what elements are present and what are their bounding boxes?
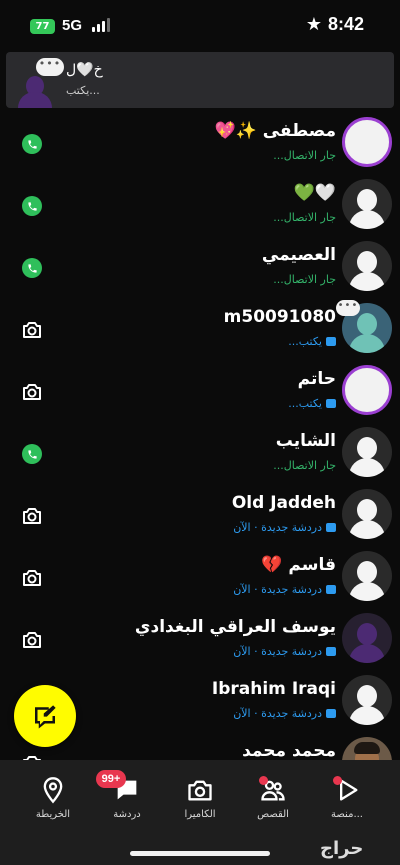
- avatar[interactable]: [342, 117, 392, 167]
- battery-level: 77: [35, 21, 50, 32]
- nav-stories[interactable]: القصص: [236, 776, 310, 832]
- typing-bubble-icon: •••: [336, 300, 360, 316]
- new-chat-button[interactable]: [14, 685, 76, 747]
- nav-spotlight[interactable]: منصة...: [310, 776, 384, 832]
- avatar[interactable]: [342, 489, 392, 539]
- chat-status: جار الاتصال...: [273, 211, 336, 224]
- chat-icon: [326, 523, 336, 532]
- chat-row[interactable]: ••• m50091080 يكتب...: [0, 298, 400, 360]
- phone-icon: [27, 449, 37, 459]
- chat-status: دردشة جديدة · الآن: [233, 521, 336, 534]
- camera-button[interactable]: [20, 504, 44, 528]
- chat-list: مصطفى ✨💖 جار الاتصال... 🤍💚 جار الاتصال..…: [0, 112, 400, 760]
- chat-name: Old Jaddeh: [231, 493, 336, 513]
- camera-button[interactable]: [20, 752, 44, 760]
- chat-row[interactable]: قاسم 💔 دردشة جديدة · الآن: [0, 546, 400, 608]
- chat-row[interactable]: حاتم يكتب...: [0, 360, 400, 422]
- home-indicator[interactable]: [130, 851, 270, 856]
- chat-name: حاتم: [297, 369, 336, 389]
- banner-name: خ🤍ل: [66, 62, 103, 78]
- chat-row[interactable]: Old Jaddeh دردشة جديدة · الآن: [0, 484, 400, 546]
- clock: 8:42: [327, 14, 364, 34]
- chat-name: يوسف العراقي البغدادي: [134, 617, 336, 637]
- nav-camera[interactable]: الكاميرا: [163, 776, 237, 832]
- chat-name: محمد محمد: [242, 741, 336, 760]
- chat-badge: 99+: [96, 770, 126, 788]
- avatar[interactable]: [342, 613, 392, 663]
- phone-icon: [27, 139, 37, 149]
- call-button[interactable]: [22, 196, 42, 216]
- star-icon: ★: [305, 14, 322, 35]
- camera-button[interactable]: [20, 628, 44, 652]
- spotlight-dot: [333, 776, 342, 785]
- chat-name: قاسم 💔: [261, 555, 336, 575]
- camera-button[interactable]: [20, 318, 44, 342]
- chat-row[interactable]: يوسف العراقي البغدادي دردشة جديدة · الآن: [0, 608, 400, 670]
- nav-map-label: الخريطة: [35, 809, 71, 820]
- chat-status: جار الاتصال...: [273, 273, 336, 286]
- call-button[interactable]: [22, 134, 42, 154]
- status-bar: 77 5G ★ 8:42: [0, 0, 400, 52]
- avatar[interactable]: [342, 675, 392, 725]
- camera-button[interactable]: [20, 380, 44, 404]
- chat-status: يكتب...: [288, 397, 336, 410]
- chat-icon: [326, 585, 336, 594]
- typing-bubble-icon: •••: [36, 58, 64, 76]
- chat-name: العصيمي: [261, 245, 336, 265]
- chat-icon: [326, 709, 336, 718]
- avatar[interactable]: [342, 365, 392, 415]
- call-button[interactable]: [22, 444, 42, 464]
- banner-subtitle: يكتب...: [66, 84, 100, 97]
- chat-name: m50091080: [223, 307, 336, 327]
- avatar[interactable]: [342, 241, 392, 291]
- chat-status: دردشة جديدة · الآن: [233, 583, 336, 596]
- compose-icon: [35, 705, 56, 729]
- chat-row[interactable]: مصطفى ✨💖 جار الاتصال...: [0, 112, 400, 174]
- network-type: 5G: [62, 17, 83, 34]
- battery-indicator: 77: [30, 19, 55, 34]
- chat-status: جار الاتصال...: [273, 149, 336, 162]
- phone-icon: [27, 201, 37, 211]
- avatar[interactable]: [342, 551, 392, 601]
- watermark-logo: حراج: [320, 838, 364, 859]
- chat-name: 🤍💚: [293, 183, 336, 203]
- chat-row[interactable]: 🤍💚 جار الاتصال...: [0, 174, 400, 236]
- nav-chat-label: دردشة: [113, 809, 141, 820]
- chat-row[interactable]: العصيمي جار الاتصال...: [0, 236, 400, 298]
- signal-icon: [92, 18, 110, 32]
- chat-status: دردشة جديدة · الآن: [233, 645, 336, 658]
- chat-icon: [326, 399, 336, 408]
- chat-name: الشايب: [275, 431, 336, 451]
- camera-icon: [188, 780, 212, 801]
- stories-dot: [259, 776, 268, 785]
- nav-map[interactable]: الخريطة: [16, 776, 90, 832]
- chat-row[interactable]: الشايب جار الاتصال...: [0, 422, 400, 484]
- call-button[interactable]: [22, 258, 42, 278]
- avatar[interactable]: [342, 179, 392, 229]
- avatar[interactable]: [342, 737, 392, 760]
- nav-camera-label: الكاميرا: [184, 809, 216, 820]
- map-pin-icon: [43, 777, 63, 804]
- chat-status: يكتب...: [288, 335, 336, 348]
- typing-banner[interactable]: ••• خ🤍ل يكتب...: [6, 52, 394, 108]
- chat-icon: [326, 337, 336, 346]
- phone-icon: [27, 263, 37, 273]
- chat-status: دردشة جديدة · الآن: [233, 707, 336, 720]
- camera-button[interactable]: [20, 566, 44, 590]
- chat-name: Ibrahim Iraqi: [211, 679, 336, 699]
- chat-name: مصطفى ✨💖: [214, 121, 336, 141]
- chat-icon: [326, 647, 336, 656]
- nav-stories-label: القصص: [257, 809, 289, 820]
- chat-status: جار الاتصال...: [273, 459, 336, 472]
- avatar[interactable]: [342, 427, 392, 477]
- nav-spotlight-label: منصة...: [331, 809, 363, 820]
